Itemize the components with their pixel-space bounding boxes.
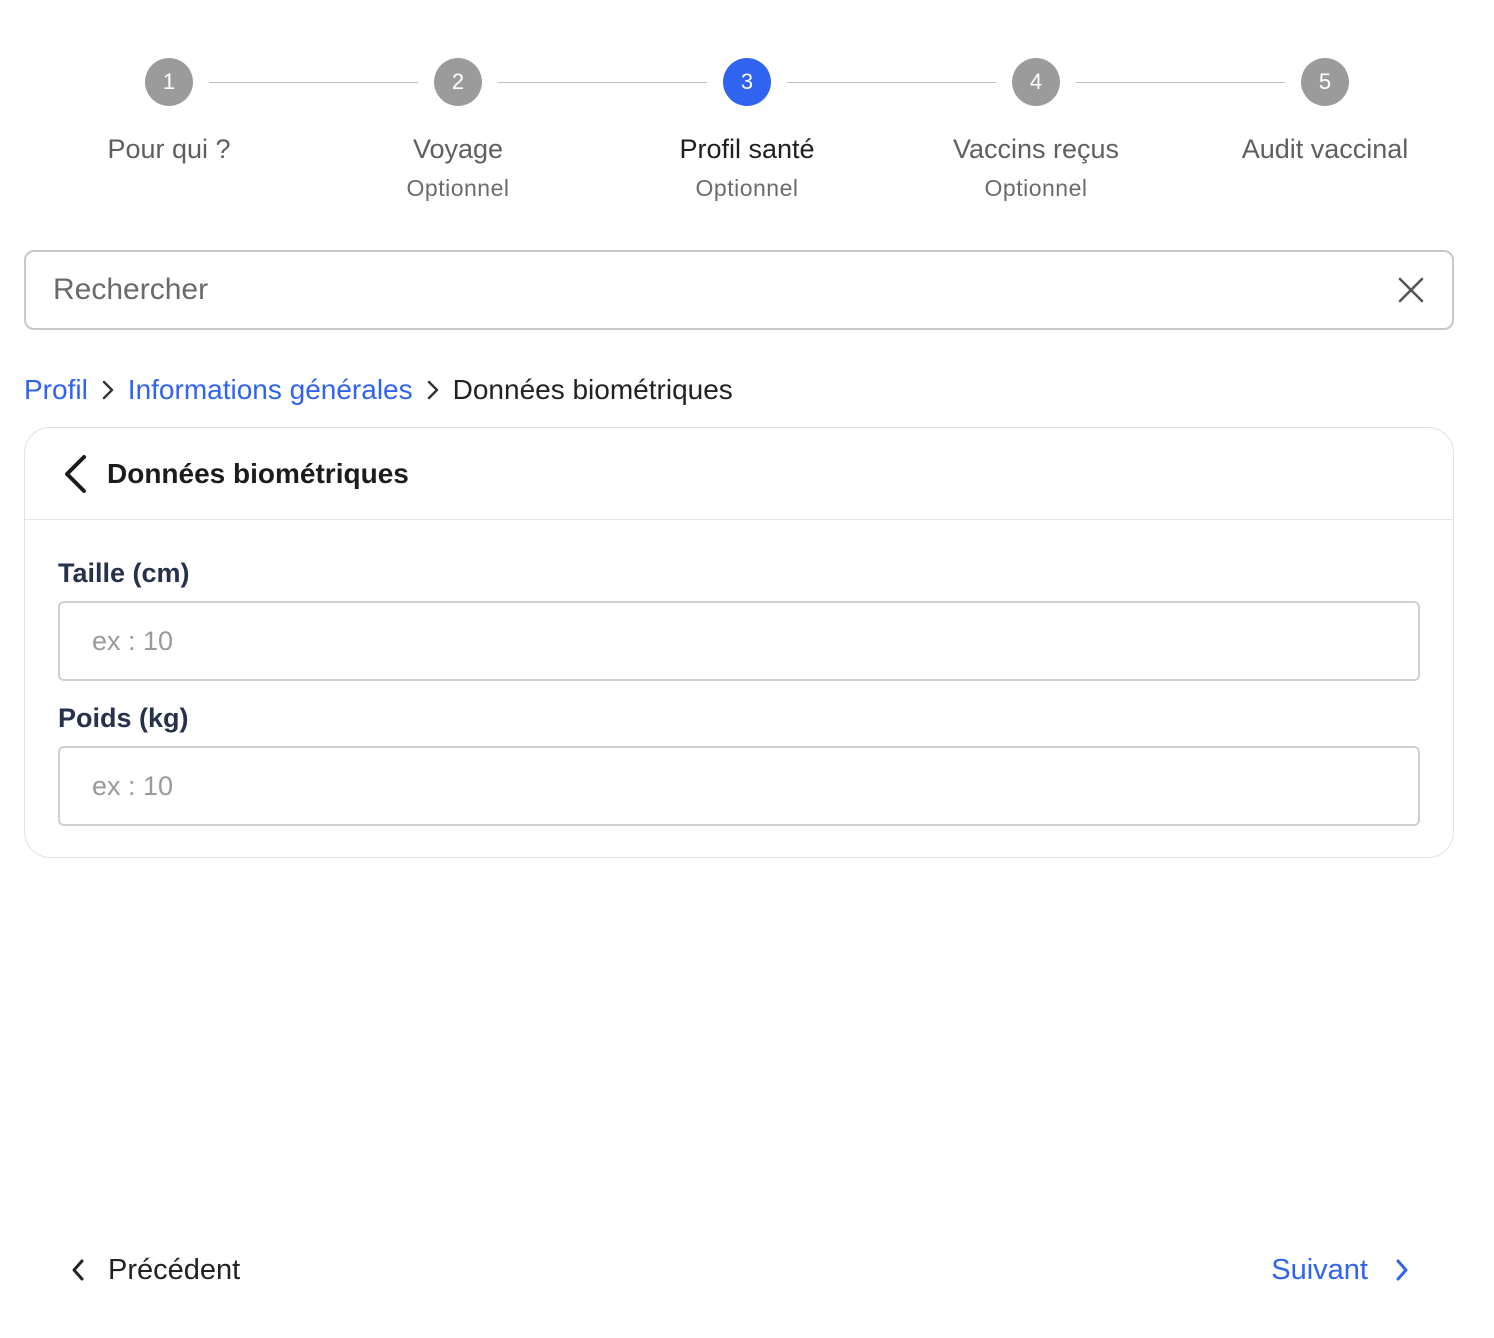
step-number-badge: 5 <box>1301 58 1349 106</box>
card-body: Taille (cm) Poids (kg) <box>25 520 1453 826</box>
chevron-left-icon[interactable] <box>55 452 95 496</box>
step-voyage[interactable]: 2 Voyage Optionnel <box>338 58 578 202</box>
previous-label: Précédent <box>108 1253 241 1286</box>
card-header: Données biométriques <box>25 428 1453 520</box>
weight-label: Poids (kg) <box>58 703 189 733</box>
chevron-left-icon <box>70 1258 86 1282</box>
weight-field: Poids (kg) <box>58 703 1420 826</box>
step-pour-qui[interactable]: 1 Pour qui ? <box>49 58 289 165</box>
step-profil-sante[interactable]: 3 Profil santé Optionnel <box>627 58 867 202</box>
step-label: Audit vaccinal <box>1241 134 1409 164</box>
card-title: Données biométriques <box>107 457 409 489</box>
step-optional-label: Optionnel <box>695 175 799 201</box>
biometric-card: Données biométriques Taille (cm) Poids (… <box>24 427 1454 858</box>
step-number-badge: 4 <box>1012 58 1060 106</box>
weight-input[interactable] <box>58 746 1420 826</box>
step-label: Voyage <box>412 134 504 164</box>
chevron-right-icon <box>1394 1258 1410 1282</box>
height-field: Taille (cm) <box>58 558 1420 681</box>
breadcrumb: Profil Informations générales Données bi… <box>24 370 733 410</box>
step-label: Profil santé <box>679 134 815 164</box>
step-label: Vaccins reçus <box>952 134 1120 164</box>
breadcrumb-link-informations-generales[interactable]: Informations générales <box>128 374 413 406</box>
height-input[interactable] <box>58 601 1420 681</box>
step-number-badge: 2 <box>434 58 482 106</box>
step-optional-label: Optionnel <box>406 175 510 201</box>
previous-button[interactable]: Précédent <box>70 1248 240 1292</box>
close-icon[interactable] <box>1394 273 1428 307</box>
height-label: Taille (cm) <box>58 558 190 588</box>
breadcrumb-link-profil[interactable]: Profil <box>24 374 88 406</box>
breadcrumb-current: Données biométriques <box>452 374 733 405</box>
search-bar <box>24 250 1454 330</box>
step-label: Pour qui ? <box>107 134 231 164</box>
step-audit-vaccinal[interactable]: 5 Audit vaccinal <box>1205 58 1445 165</box>
next-button[interactable]: Suivant <box>1271 1248 1410 1292</box>
chevron-right-icon <box>413 380 453 400</box>
step-number-badge: 1 <box>145 58 193 106</box>
step-vaccins-recus[interactable]: 4 Vaccins reçus Optionnel <box>916 58 1156 202</box>
stepper: 1 Pour qui ? 2 Voyage Optionnel 3 Profil… <box>0 58 1494 218</box>
step-number-badge: 3 <box>723 58 771 106</box>
search-input[interactable] <box>26 273 1394 307</box>
next-label: Suivant <box>1271 1253 1368 1286</box>
step-optional-label: Optionnel <box>984 175 1088 201</box>
chevron-right-icon <box>88 380 128 400</box>
